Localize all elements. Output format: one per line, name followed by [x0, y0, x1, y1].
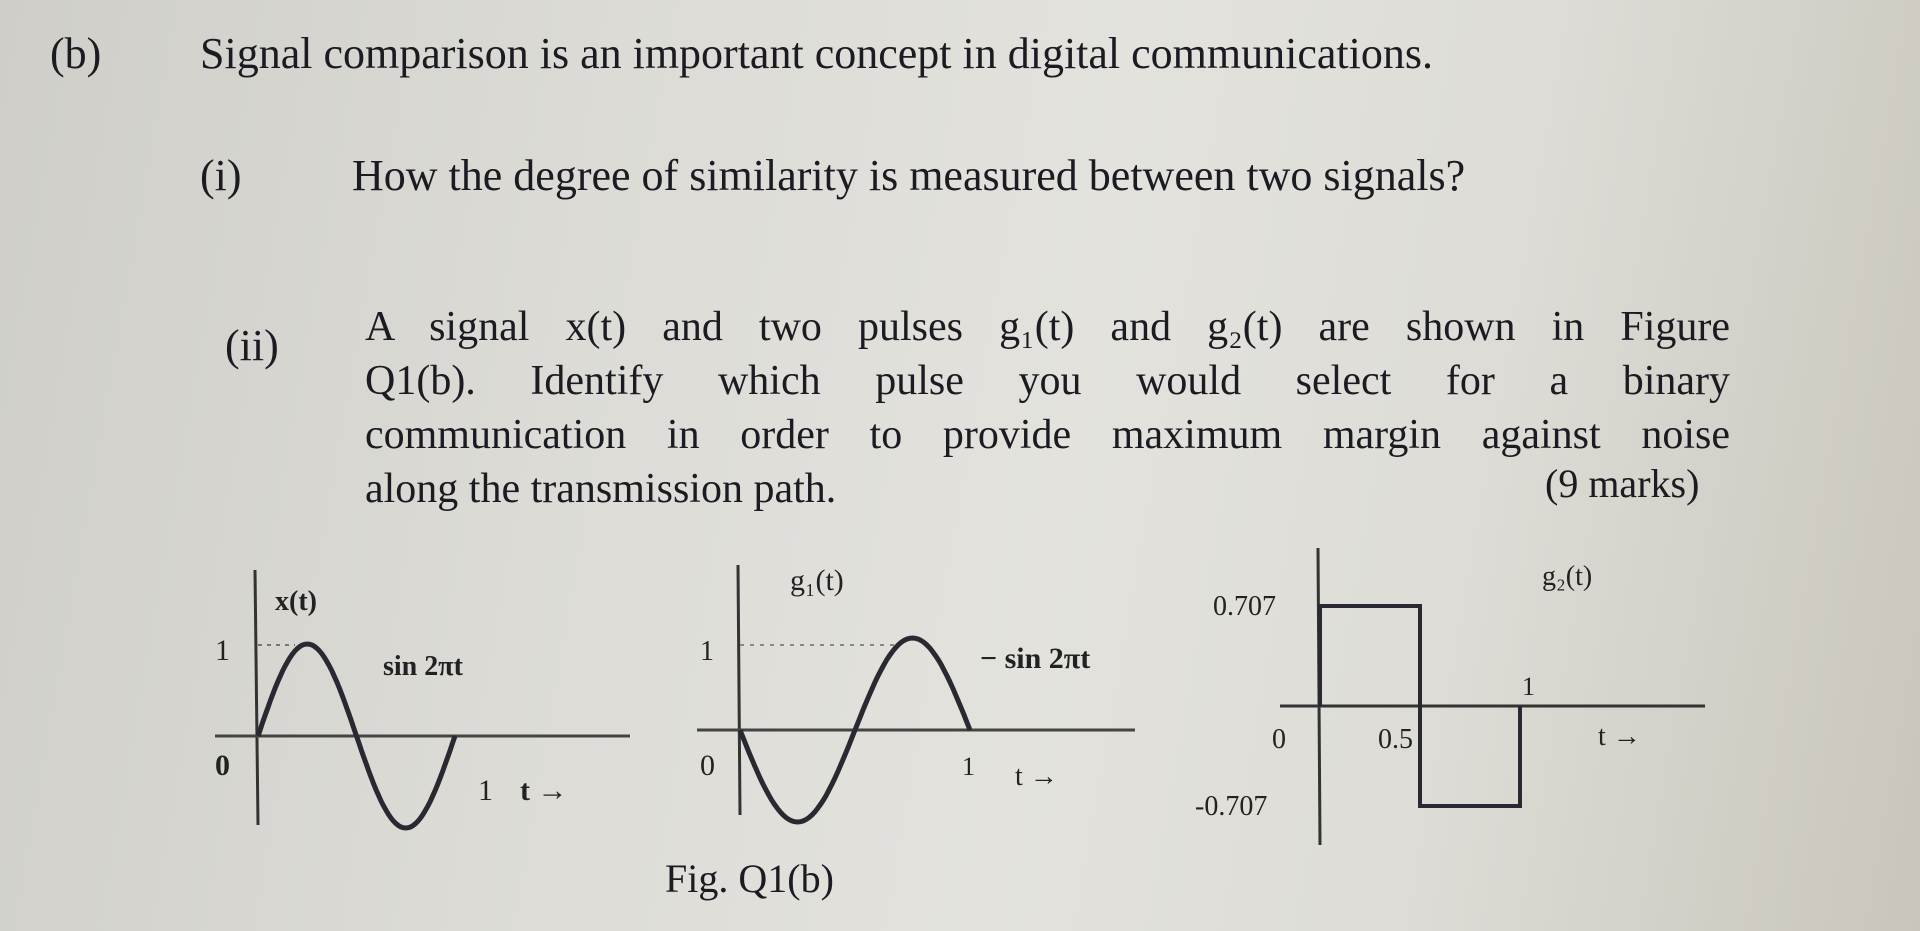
- x-axis-label: t →: [1598, 721, 1641, 752]
- figure-caption: Fig. Q1(b): [665, 856, 834, 901]
- y-tick-label: -0.707: [1195, 791, 1267, 822]
- x-tick-label: 0.5: [1378, 724, 1413, 755]
- plot-g2-of-t: g₂(t) 0.707 -0.707 0 0.5 1 t →: [1195, 547, 1705, 846]
- y-tick-label: 0.707: [1213, 591, 1276, 622]
- x-tick-label: 1: [1522, 672, 1535, 701]
- x-tick-label: 0: [1272, 724, 1286, 755]
- plot-title: g₂(t): [1542, 561, 1592, 592]
